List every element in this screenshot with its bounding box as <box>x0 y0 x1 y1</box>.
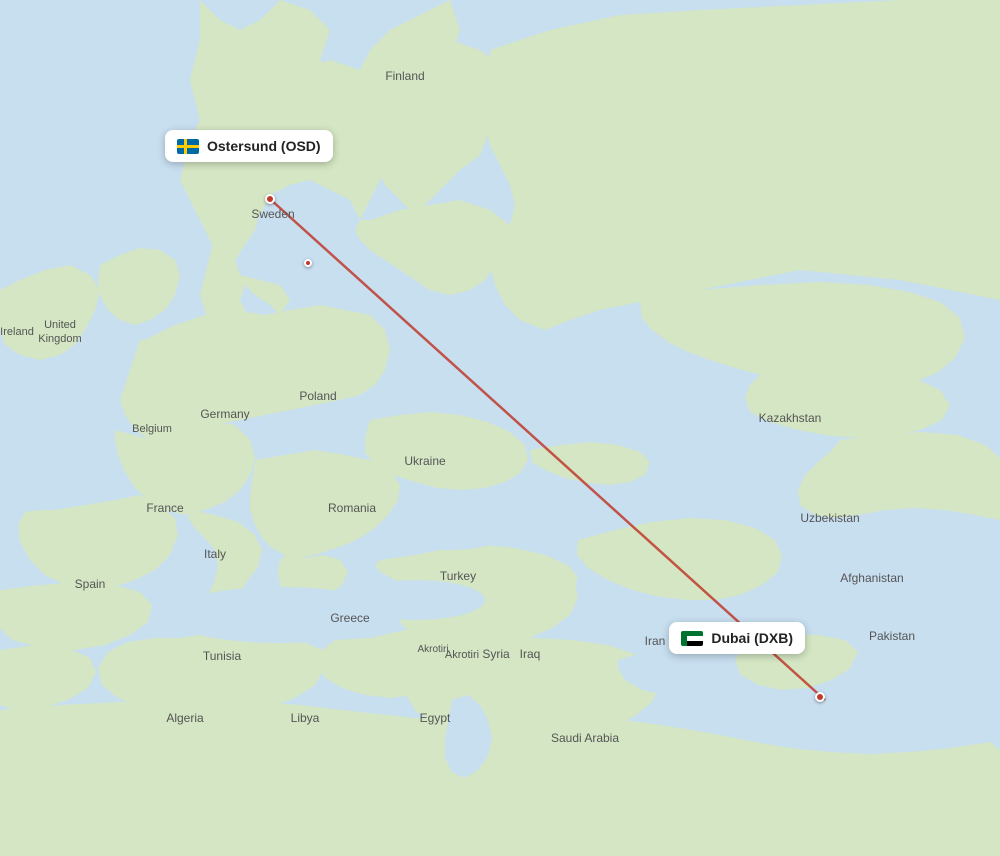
svg-text:Akrotiri: Akrotiri <box>417 644 448 655</box>
map-container: Finland Sweden United Kingdom France Spa… <box>0 0 1000 856</box>
svg-text:Turkey: Turkey <box>440 569 476 583</box>
origin-dot <box>265 194 275 204</box>
svg-text:Libya: Libya <box>291 711 320 725</box>
svg-text:Spain: Spain <box>75 577 106 591</box>
svg-text:Romania: Romania <box>328 501 376 515</box>
svg-text:Belgium: Belgium <box>132 423 172 435</box>
svg-text:Tunisia: Tunisia <box>203 649 242 663</box>
svg-text:Akrotiri: Akrotiri <box>445 649 479 661</box>
svg-text:Uzbekistan: Uzbekistan <box>800 511 859 525</box>
svg-text:Finland: Finland <box>385 69 424 83</box>
svg-text:Italy: Italy <box>204 547 226 561</box>
svg-text:Syria: Syria <box>482 647 510 661</box>
svg-text:Saudi Arabia: Saudi Arabia <box>551 731 619 745</box>
svg-text:Egypt: Egypt <box>420 711 451 725</box>
svg-text:Iraq: Iraq <box>520 647 541 661</box>
svg-text:Poland: Poland <box>299 389 336 403</box>
svg-text:Ukraine: Ukraine <box>404 454 446 468</box>
svg-text:Pakistan: Pakistan <box>869 629 915 643</box>
svg-text:Kazakhstan: Kazakhstan <box>759 411 822 425</box>
svg-text:Iran: Iran <box>645 634 666 648</box>
svg-text:Sweden: Sweden <box>251 207 294 221</box>
svg-text:Germany: Germany <box>200 407 249 421</box>
svg-text:France: France <box>146 501 184 515</box>
svg-text:Kingdom: Kingdom <box>38 333 81 345</box>
svg-text:Greece: Greece <box>330 611 370 625</box>
svg-text:United: United <box>44 319 76 331</box>
svg-text:Algeria: Algeria <box>166 711 204 725</box>
waypoint-dot <box>304 259 312 267</box>
svg-text:Ireland: Ireland <box>0 326 34 338</box>
svg-text:Afghanistan: Afghanistan <box>840 571 903 585</box>
destination-dot <box>815 692 825 702</box>
